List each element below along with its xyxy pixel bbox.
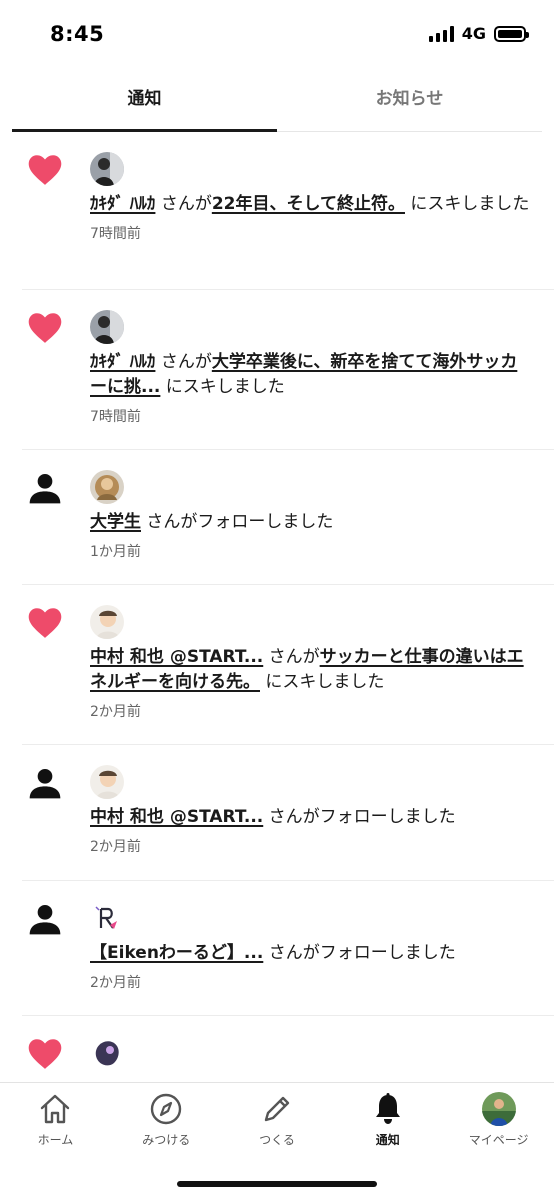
nav-label: つくる (259, 1133, 295, 1147)
nav-notifications[interactable]: 通知 (332, 1091, 443, 1159)
notification-time: 2か月前 (90, 975, 141, 991)
notification-time: 7時間前 (90, 409, 141, 425)
avatar[interactable] (90, 901, 124, 935)
heart-icon (28, 608, 62, 638)
compass-icon (150, 1093, 182, 1125)
nav-label: みつける (142, 1133, 191, 1147)
nav-home[interactable]: ホーム (0, 1091, 111, 1159)
avatar[interactable] (90, 765, 124, 799)
home-icon (41, 1094, 70, 1124)
notification-time: 1か月前 (90, 544, 141, 560)
user-link[interactable]: 大学生 (90, 512, 141, 532)
notification-text: 中村 和也 @START... さんがサッカーと仕事の違いはエネルギーを向ける先… (90, 647, 524, 692)
nav-mypage[interactable]: マイページ (443, 1091, 554, 1159)
notification-item[interactable]: ｶｷﾀﾞ ﾊﾙｶ さんが大学卒業後に、新卒を捨てて海外サッカーに挑... にスキ… (22, 290, 554, 450)
signal-icon (428, 25, 454, 42)
notification-text: 【Eikenわーるど】... さんがフォローしました (90, 943, 456, 963)
heart-icon (28, 1039, 62, 1069)
user-link[interactable]: 中村 和也 @START... (90, 647, 263, 667)
avatar-icon (481, 1092, 516, 1126)
notification-text: 中村 和也 @START... さんがフォローしました (90, 807, 456, 827)
avatar[interactable] (90, 152, 124, 186)
avatar[interactable] (90, 1036, 124, 1070)
notification-text: ｶｷﾀﾞ ﾊﾙｶ さんが22年目、そして終止符。 にスキしました (90, 194, 530, 214)
person-icon (29, 769, 61, 799)
person-icon (29, 474, 61, 504)
heart-icon (28, 313, 62, 343)
nav-discover[interactable]: みつける (111, 1091, 222, 1159)
home-indicator (177, 1181, 377, 1187)
status-time: 8:45 (50, 22, 105, 46)
avatar[interactable] (90, 470, 124, 504)
user-link[interactable]: 【Eikenわーるど】... (90, 943, 263, 963)
heart-icon (28, 155, 62, 185)
nav-label: 通知 (375, 1133, 400, 1147)
person-icon (29, 905, 61, 935)
notification-item[interactable]: 【Eikenわーるど】... さんがフォローしました 2か月前 (22, 881, 554, 1016)
battery-icon (494, 25, 529, 42)
tab-bar: 通知 お知らせ (12, 72, 542, 132)
user-link[interactable]: 中村 和也 @START... (90, 807, 263, 827)
nav-label: マイページ (468, 1133, 529, 1147)
notification-item[interactable]: 中村 和也 @START... さんがサッカーと仕事の違いはエネルギーを向ける先… (22, 585, 554, 745)
avatar[interactable] (90, 310, 124, 344)
notification-text: ｶｷﾀﾞ ﾊﾙｶ さんが大学卒業後に、新卒を捨てて海外サッカーに挑... にスキ… (90, 352, 518, 397)
bottom-nav: ホーム みつける つくる 通知 マイページ (0, 1082, 554, 1200)
notification-item[interactable]: 中村 和也 @START... さんがフォローしました 2か月前 (22, 745, 554, 881)
notification-text: 大学生 さんがフォローしました (90, 512, 334, 532)
notification-time: 2か月前 (90, 704, 141, 720)
notification-item[interactable]: ｶｷﾀﾞ ﾊﾙｶ さんが22年目、そして終止符。 にスキしました 7時間前 (22, 132, 554, 290)
user-link[interactable]: ｶｷﾀﾞ ﾊﾙｶ (90, 194, 155, 214)
notification-time: 2か月前 (90, 839, 141, 855)
notification-time: 7時間前 (90, 226, 141, 242)
tab-announcements[interactable]: お知らせ (277, 72, 542, 131)
network-type: 4G (461, 24, 486, 43)
avatar[interactable] (90, 605, 124, 639)
user-link[interactable]: ｶｷﾀﾞ ﾊﾙｶ (90, 352, 155, 372)
status-indicators: 4G (428, 24, 529, 43)
notification-item[interactable]: 大学生 さんがフォローしました 1か月前 (22, 450, 554, 585)
notification-item[interactable] (22, 1016, 554, 1082)
article-link[interactable]: 22年目、そして終止符。 (212, 194, 405, 214)
bell-icon (375, 1093, 400, 1124)
pencil-icon (264, 1096, 290, 1122)
status-bar: 8:45 4G (0, 0, 554, 70)
tab-notifications[interactable]: 通知 (12, 72, 277, 132)
notification-list: ｶｷﾀﾞ ﾊﾙｶ さんが22年目、そして終止符。 にスキしました 7時間前 ｶｷ… (0, 132, 554, 1082)
nav-create[interactable]: つくる (222, 1091, 333, 1159)
nav-label: ホーム (37, 1133, 74, 1147)
